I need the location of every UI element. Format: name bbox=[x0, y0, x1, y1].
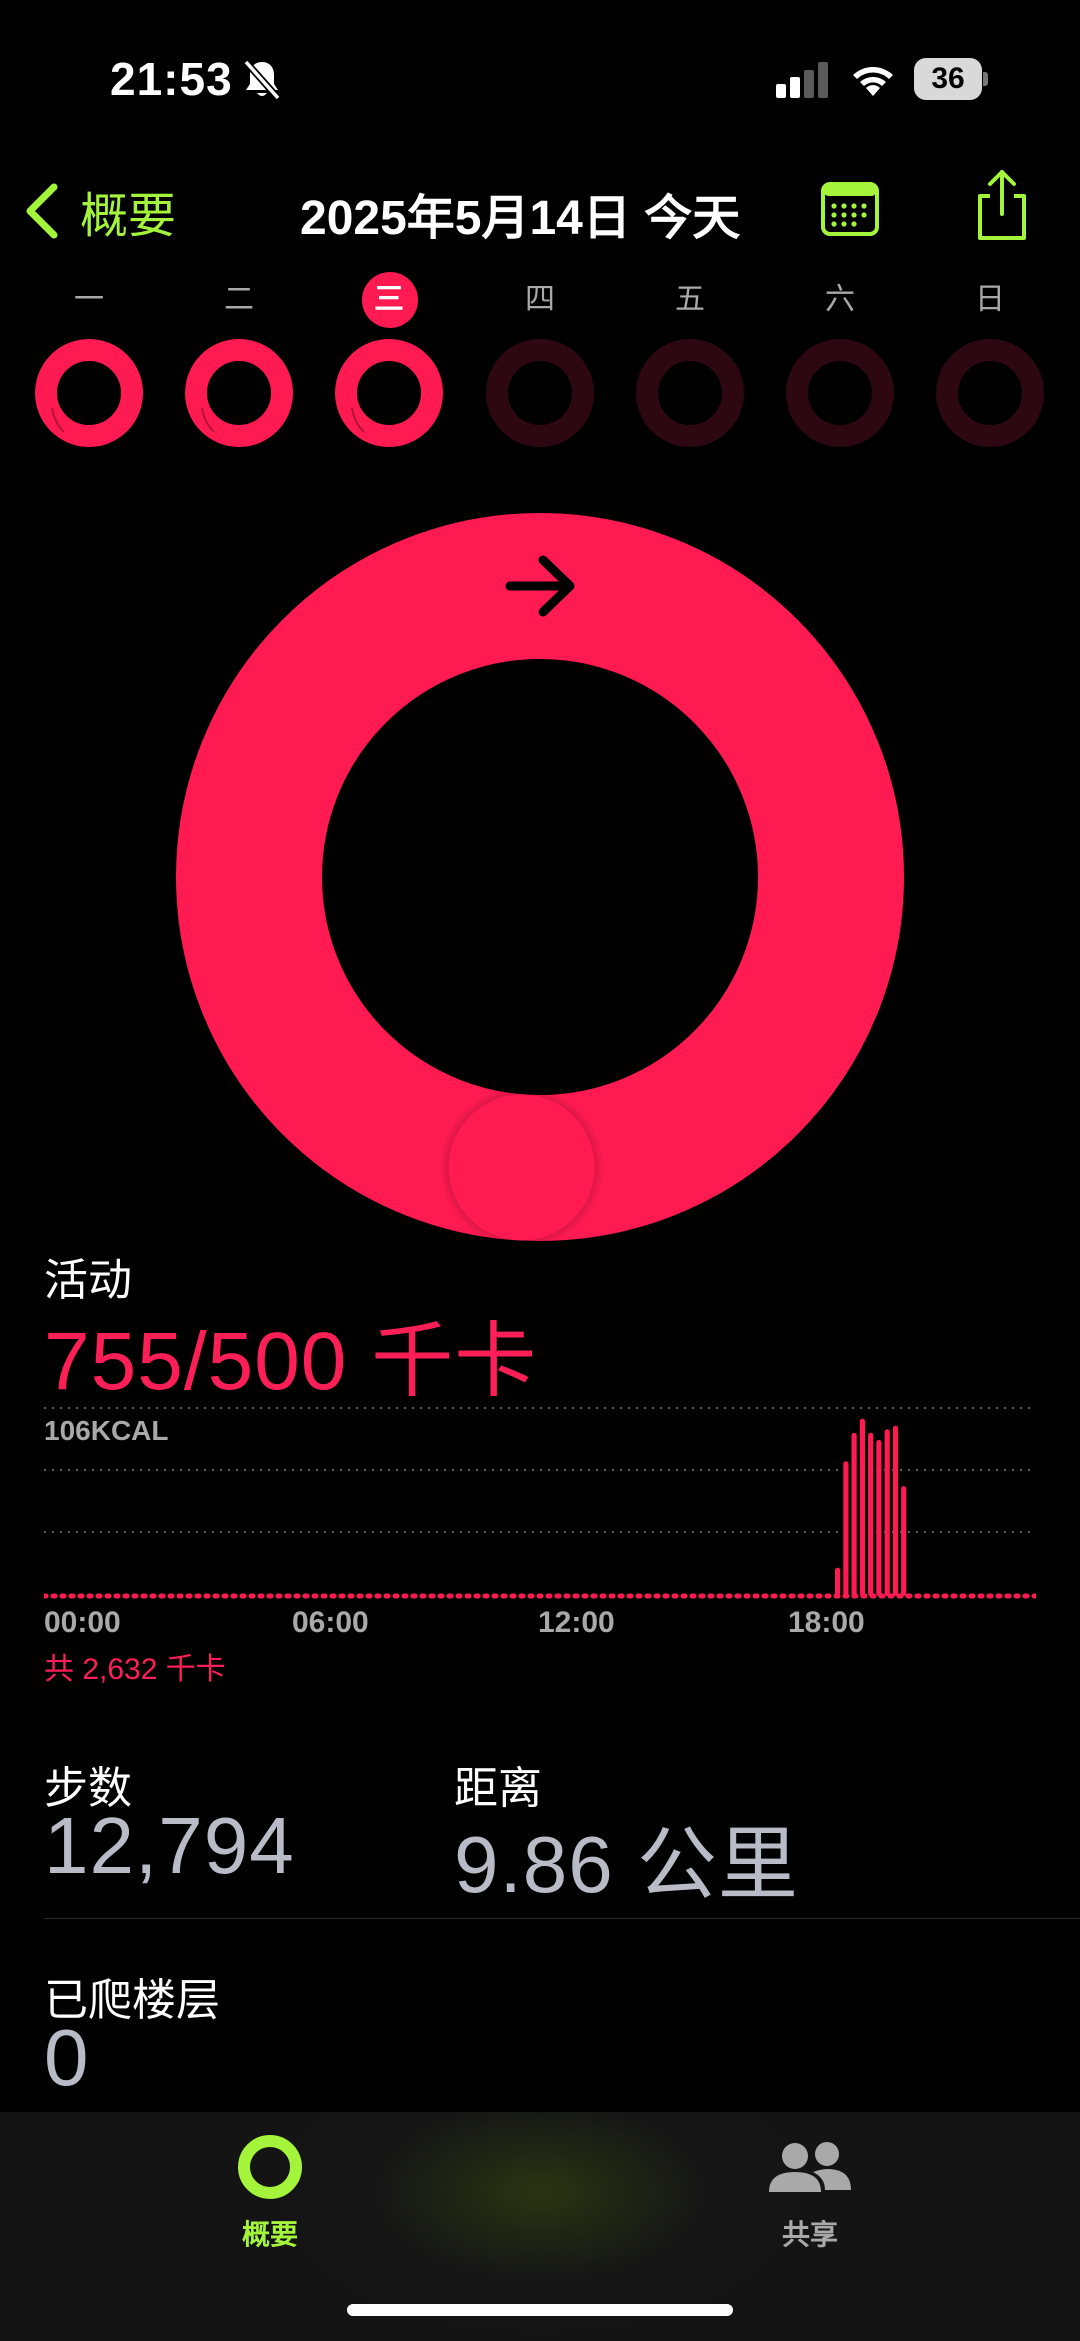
tab-sharing[interactable]: 共享 bbox=[750, 2132, 870, 2253]
chart-bar bbox=[884, 1429, 890, 1596]
day-ring-1[interactable] bbox=[34, 338, 144, 448]
back-label: 概要 bbox=[80, 190, 177, 243]
chart-bar bbox=[901, 1486, 907, 1596]
chart-bar bbox=[859, 1418, 865, 1596]
day-label-4: 四 bbox=[525, 283, 555, 316]
day-label-6: 六 bbox=[825, 283, 855, 316]
day-label-7: 日 bbox=[975, 283, 1005, 316]
floors-value: 0 bbox=[44, 2013, 90, 2102]
chart-bar bbox=[835, 1567, 841, 1596]
hourly-activity-chart: 106KCAL bbox=[44, 1407, 1036, 1599]
chart-bar bbox=[868, 1432, 874, 1596]
day-label-5: 五 bbox=[675, 283, 705, 316]
x-tick-label: 18:00 bbox=[788, 1606, 865, 1639]
move-ring bbox=[176, 513, 904, 1242]
cellular-signal-icon bbox=[776, 62, 828, 98]
people-icon bbox=[769, 2142, 851, 2192]
home-indicator[interactable] bbox=[347, 2304, 733, 2316]
day-label-2: 二 bbox=[224, 283, 254, 316]
activity-value: 755/500 千卡 bbox=[44, 1316, 538, 1407]
day-label-3: 三 bbox=[374, 283, 404, 316]
x-tick-label: 12:00 bbox=[538, 1606, 615, 1639]
chevron-left-icon bbox=[26, 183, 58, 239]
x-tick-label: 00:00 bbox=[44, 1606, 121, 1639]
tab-summary[interactable]: 概要 bbox=[210, 2132, 330, 2253]
chart-bar bbox=[843, 1461, 849, 1596]
wifi-icon bbox=[853, 67, 893, 96]
day-ring-6[interactable] bbox=[785, 338, 895, 448]
distance-value: 9.86 公里 bbox=[454, 1820, 799, 1909]
day-ring-7[interactable] bbox=[935, 338, 1045, 448]
divider bbox=[44, 1918, 1080, 1919]
chart-bar bbox=[876, 1439, 882, 1596]
status-time: 21:53 bbox=[110, 53, 233, 105]
activity-ring-icon bbox=[238, 2135, 302, 2199]
calendar-icon[interactable] bbox=[820, 178, 880, 238]
chart-bar bbox=[892, 1425, 899, 1596]
x-tick-label: 06:00 bbox=[292, 1606, 369, 1639]
share-icon[interactable] bbox=[972, 168, 1032, 242]
battery-indicator: 36 bbox=[914, 58, 988, 100]
tab-summary-label: 概要 bbox=[241, 2219, 298, 2250]
battery-level: 36 bbox=[914, 58, 982, 100]
day-ring-4[interactable] bbox=[485, 338, 595, 448]
day-ring-5[interactable] bbox=[635, 338, 745, 448]
tab-sharing-label: 共享 bbox=[781, 2219, 838, 2250]
day-label-1: 一 bbox=[74, 283, 104, 316]
back-button[interactable]: 概要 bbox=[22, 176, 176, 246]
page-title: 2025年5月14日 今天 bbox=[300, 192, 741, 245]
activity-total: 共 2,632 千卡 bbox=[44, 1653, 226, 1686]
day-ring-2[interactable] bbox=[184, 338, 294, 448]
silent-bell-icon bbox=[243, 59, 281, 101]
chart-max-label: 106KCAL bbox=[44, 1415, 168, 1446]
steps-value: 12,794 bbox=[44, 1801, 295, 1890]
day-ring-3[interactable] bbox=[334, 338, 444, 448]
chart-bar bbox=[851, 1432, 857, 1596]
